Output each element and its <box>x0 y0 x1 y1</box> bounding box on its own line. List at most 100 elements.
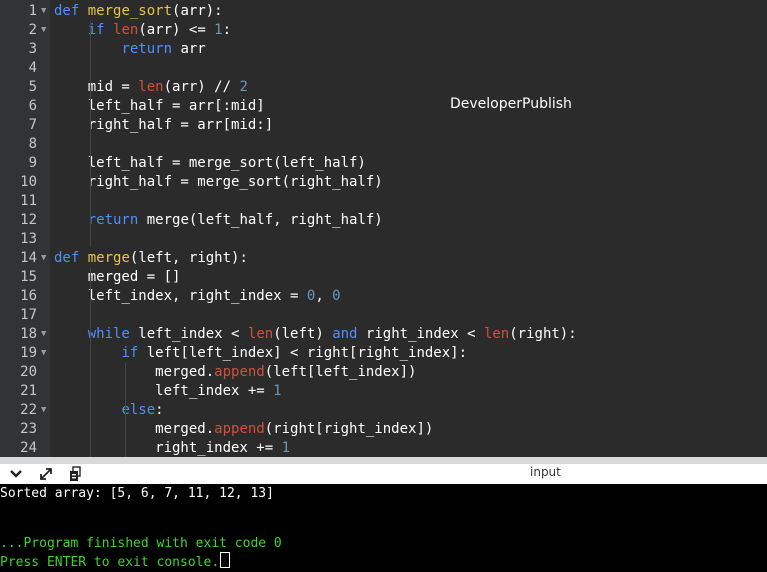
code-token: right_index < <box>357 326 484 342</box>
console-prompt-text: Press ENTER to exit console. <box>0 555 220 570</box>
line-number: 14 <box>20 250 37 266</box>
fold-arrow-icon[interactable]: ▼ <box>41 2 46 21</box>
line-number: 8 <box>28 136 37 152</box>
code-line: 7 right_half = arr[mid:] <box>0 116 767 135</box>
code-token: right_index += <box>54 440 282 456</box>
code-line: 13 <box>0 230 767 249</box>
panel-resize-handle[interactable] <box>0 457 767 464</box>
code-line: 8 <box>0 135 767 154</box>
code-token: : <box>155 402 164 418</box>
code-token: 1 <box>214 22 223 38</box>
fold-arrow-icon[interactable]: ▼ <box>41 401 46 420</box>
code-token: merged = [] <box>54 269 181 285</box>
code-token: (left[left_index]) <box>264 364 417 380</box>
code-text: left_index += 1 <box>54 382 281 401</box>
line-number: 10 <box>20 174 37 190</box>
code-line: 15 merged = [] <box>0 268 767 287</box>
code-token: left_half = arr[:mid] <box>54 98 265 114</box>
code-line: 20 merged.append(left[left_index]) <box>0 363 767 382</box>
code-token: , <box>315 288 333 304</box>
fold-arrow-icon[interactable]: ▼ <box>41 249 46 268</box>
line-number: 15 <box>20 269 37 285</box>
code-token: else <box>121 402 156 418</box>
indent-guide <box>90 268 91 457</box>
console-finished-line: ...Program finished with exit code 0 <box>0 536 282 551</box>
code-token: left_index < <box>129 326 248 342</box>
line-number: 7 <box>28 117 37 133</box>
code-token: len <box>113 22 139 38</box>
code-line: 3 return arr <box>0 40 767 59</box>
code-text: if len(arr) <= 1: <box>54 21 231 40</box>
code-token: len <box>247 326 274 342</box>
input-tab-label[interactable]: input <box>530 465 561 479</box>
code-text: def merge(left, right): <box>54 249 248 268</box>
code-token: : <box>222 22 232 38</box>
code-token: left_index += <box>54 383 274 399</box>
code-token: left_half = merge_sort(left_half) <box>54 155 366 171</box>
code-token: while <box>87 326 130 342</box>
line-number: 9 <box>28 155 37 171</box>
code-text: else: <box>54 401 164 420</box>
code-line: 10 right_half = merge_sort(right_half) <box>0 173 767 192</box>
code-line: 17 <box>0 306 767 325</box>
code-line: 5 mid = len(arr) // 2 <box>0 78 767 97</box>
code-token: 2 <box>239 79 248 95</box>
code-token: 0 <box>332 288 341 304</box>
line-number: 13 <box>20 231 37 247</box>
code-token: (right[right_index]) <box>264 421 434 437</box>
copy-icon[interactable] <box>67 466 85 482</box>
code-token: right_half = arr[mid:] <box>54 117 274 133</box>
chevron-down-icon[interactable] <box>7 466 25 482</box>
watermark-text: DeveloperPublish <box>450 96 572 112</box>
expand-arrows-icon[interactable] <box>37 466 55 482</box>
fold-arrow-icon[interactable]: ▼ <box>41 21 46 40</box>
code-line: 12 return merge(left_half, right_half) <box>0 211 767 230</box>
code-token: len <box>483 326 510 342</box>
console-output-line: Sorted array: [5, 6, 7, 11, 12, 13] <box>0 486 274 501</box>
console-output[interactable]: Sorted array: [5, 6, 7, 11, 12, 13] ...P… <box>0 484 767 572</box>
code-token: left[left_index] < right[right_index]: <box>138 345 468 361</box>
code-token: arr <box>172 41 206 57</box>
code-line: 14 ▼ def merge(left, right): <box>0 249 767 268</box>
code-token: left_index, right_index = <box>54 288 307 304</box>
code-line: 1 ▼ def merge_sort(arr): <box>0 2 767 21</box>
line-number: 3 <box>28 41 37 57</box>
code-token: (arr): <box>172 3 223 19</box>
code-text: if left[left_index] < right[right_index]… <box>54 344 467 363</box>
code-token: append <box>214 421 265 437</box>
line-number: 17 <box>20 307 37 323</box>
code-line: 4 <box>0 59 767 78</box>
code-token: (arr) // <box>163 79 240 95</box>
code-token: (left) <box>273 326 333 342</box>
line-number: 21 <box>20 383 37 399</box>
line-number: 18 <box>20 326 37 342</box>
code-text: mid = len(arr) // 2 <box>54 78 248 97</box>
code-line: 18 ▼ while left_index < len(left) and rig… <box>0 325 767 344</box>
code-line: 2 ▼ if len(arr) <= 1: <box>0 21 767 40</box>
code-token: return <box>121 41 173 57</box>
code-token: merged. <box>54 421 215 437</box>
console-toolbar: input <box>0 464 767 484</box>
code-text: left_half = arr[:mid] <box>54 97 265 116</box>
code-token: merged. <box>54 364 215 380</box>
code-token: merge_sort <box>87 3 173 19</box>
line-number: 19 <box>20 345 37 361</box>
code-editor[interactable]: 1 ▼ def merge_sort(arr): 2 ▼ if len(arr) <= … <box>0 0 767 457</box>
code-token: (left, right): <box>129 250 248 266</box>
code-line: 21 left_index += 1 <box>0 382 767 401</box>
code-text: def merge_sort(arr): <box>54 2 223 21</box>
code-text: while left_index < len(left) and right_i… <box>54 325 577 344</box>
code-token: def <box>54 250 80 266</box>
code-text: right_half = merge_sort(right_half) <box>54 173 383 192</box>
fold-arrow-icon[interactable]: ▼ <box>41 344 46 363</box>
code-token: 1 <box>281 440 291 456</box>
fold-arrow-icon[interactable]: ▼ <box>41 325 46 344</box>
console-cursor <box>220 552 231 568</box>
